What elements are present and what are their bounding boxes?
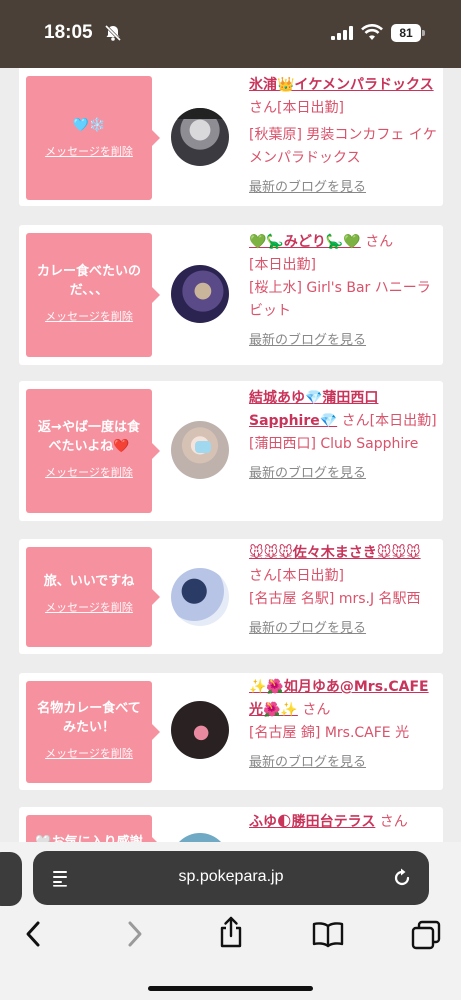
latest-blog-link[interactable]: 最新のブログを見る xyxy=(249,751,439,774)
attendance-status: [本日出勤] xyxy=(369,413,437,429)
bell-slash-icon xyxy=(104,24,122,42)
honorific: さん xyxy=(365,234,394,250)
avatar[interactable] xyxy=(171,108,229,166)
message-bubble: 🤍お気に入り感謝 xyxy=(26,815,160,842)
cast-name-link[interactable]: ✨🌺如月ゆあ@Mrs.CAFE光🌺✨ xyxy=(249,679,429,718)
bubble-message: 🤍お気に入り感謝 xyxy=(26,833,152,842)
battery-indicator: 81 xyxy=(391,24,421,42)
status-time: 18:05 xyxy=(44,22,93,43)
shop-name: [蒲田西口] Club Sapphire xyxy=(249,436,419,452)
bubble-message: 🩵❄️ xyxy=(72,118,106,133)
latest-blog-link[interactable]: 最新のブログを見る xyxy=(249,176,439,199)
bubble-message: 名物カレー食べてみたい！ xyxy=(37,701,141,735)
cast-info: ふゆ🌓勝田台テラス さん xyxy=(249,811,439,834)
avatar[interactable] xyxy=(171,568,229,626)
message-bubble: 旅、いいですね メッセージを削除 xyxy=(26,547,160,647)
honorific: さん xyxy=(302,702,331,718)
previous-tab-preview[interactable] xyxy=(0,852,22,906)
home-indicator xyxy=(148,986,313,991)
cast-info: ✨🌺如月ゆあ@Mrs.CAFE光🌺✨ さん [名古屋 錦] Mrs.CAFE 光… xyxy=(249,676,439,774)
browser-toolbar xyxy=(0,916,461,956)
delete-message-link[interactable]: メッセージを削除 xyxy=(45,745,133,761)
browser-bottom-bar: sp.pokepara.jp xyxy=(0,842,461,1000)
reload-icon[interactable] xyxy=(391,867,413,889)
honorific: さん xyxy=(379,814,408,830)
share-icon[interactable] xyxy=(217,916,245,948)
message-bubble: 🩵❄️ メッセージを削除 xyxy=(26,76,160,200)
cast-info: 氷浦👑イケメンパラドックス さん[本日出勤] [秋葉原] 男装コンカフェ イケメ… xyxy=(249,74,439,199)
honorific: さん xyxy=(249,568,277,584)
delete-message-link[interactable]: メッセージを削除 xyxy=(45,308,133,324)
shop-name: [桜上水] Girl's Bar ハニーラビット xyxy=(249,280,431,319)
tabs-icon[interactable] xyxy=(411,920,441,950)
url-text: sp.pokepara.jp xyxy=(178,868,284,885)
delete-message-link[interactable]: メッセージを削除 xyxy=(45,143,133,159)
cast-name-link[interactable]: ふゆ🌓勝田台テラス xyxy=(249,814,375,830)
avatar[interactable] xyxy=(171,833,229,842)
honorific: さん xyxy=(341,413,370,429)
forward-icon[interactable] xyxy=(122,920,146,948)
message-card: 旅、いいですね メッセージを削除 🐭🐭🐭佐々木まさき🐭🐭🐭 さん[本日出勤] [… xyxy=(19,539,443,654)
message-card: 名物カレー食べてみたい！ メッセージを削除 ✨🌺如月ゆあ@Mrs.CAFE光🌺✨… xyxy=(19,673,443,790)
back-icon[interactable] xyxy=(22,920,46,948)
avatar[interactable] xyxy=(171,421,229,479)
bubble-message: 旅、いいですね xyxy=(43,574,135,589)
message-card: 🩵❄️ メッセージを削除 氷浦👑イケメンパラドックス さん[本日出勤] [秋葉原… xyxy=(19,68,443,206)
honorific: さん xyxy=(249,100,277,116)
avatar[interactable] xyxy=(171,701,229,759)
avatar-mask xyxy=(195,441,211,453)
shop-name: [名古屋 名駅] mrs.J 名駅西 xyxy=(249,591,421,607)
avatar[interactable] xyxy=(171,265,229,323)
message-card: 🤍お気に入り感謝 ふゆ🌓勝田台テラス さん xyxy=(19,807,443,842)
bookmarks-icon[interactable] xyxy=(312,920,344,948)
shop-name: [名古屋 錦] Mrs.CAFE 光 xyxy=(249,725,410,741)
avatar-banner xyxy=(171,108,229,119)
cellular-signal-icon xyxy=(331,26,353,40)
attendance-status: [本日出勤] xyxy=(277,568,344,584)
address-bar[interactable]: sp.pokepara.jp xyxy=(33,851,429,905)
message-bubble: カレー食べたいのだ、、、 メッセージを削除 xyxy=(26,233,160,357)
status-bar: 18:05 81 xyxy=(0,0,461,68)
message-card: 返→やば一度は食べたいよね❤️ メッセージを削除 結城あゆ💎蒲田西口Sapphi… xyxy=(19,381,443,521)
delete-message-link[interactable]: メッセージを削除 xyxy=(45,464,133,480)
cast-info: 🐭🐭🐭佐々木まさき🐭🐭🐭 さん[本日出勤] [名古屋 名駅] mrs.J 名駅西… xyxy=(249,542,439,640)
bubble-message: 返→やば一度は食べたいよね❤️ xyxy=(38,420,140,454)
latest-blog-link[interactable]: 最新のブログを見る xyxy=(249,617,439,640)
latest-blog-link[interactable]: 最新のブログを見る xyxy=(249,329,439,352)
cast-info: 結城あゆ💎蒲田西口Sapphire💎 さん[本日出勤] [蒲田西口] Club … xyxy=(249,387,439,485)
message-bubble: 名物カレー食べてみたい！ メッセージを削除 xyxy=(26,681,160,783)
cast-info: 💚🦕みどり🦕💚 さん [本日出勤] [桜上水] Girl's Bar ハニーラビ… xyxy=(249,231,439,352)
attendance-status: [本日出勤] xyxy=(277,100,344,116)
message-card: カレー食べたいのだ、、、 メッセージを削除 💚🦕みどり🦕💚 さん [本日出勤] … xyxy=(19,225,443,365)
message-list[interactable]: 🩵❄️ メッセージを削除 氷浦👑イケメンパラドックス さん[本日出勤] [秋葉原… xyxy=(0,68,461,842)
battery-tip xyxy=(422,30,425,36)
attendance-status: [本日出勤] xyxy=(249,257,316,273)
wifi-icon xyxy=(361,24,383,40)
message-bubble: 返→やば一度は食べたいよね❤️ メッセージを削除 xyxy=(26,389,160,513)
cast-name-link[interactable]: 💚🦕みどり🦕💚 xyxy=(249,234,361,250)
latest-blog-link[interactable]: 最新のブログを見る xyxy=(249,462,439,485)
bubble-message: カレー食べたいのだ、、、 xyxy=(36,264,141,298)
cast-name-link[interactable]: 🐭🐭🐭佐々木まさき🐭🐭🐭 xyxy=(249,545,421,561)
delete-message-link[interactable]: メッセージを削除 xyxy=(45,599,133,615)
shop-name: [秋葉原] 男装コンカフェ イケメンパラドックス xyxy=(249,127,437,166)
cast-name-link[interactable]: 氷浦👑イケメンパラドックス xyxy=(249,77,434,93)
